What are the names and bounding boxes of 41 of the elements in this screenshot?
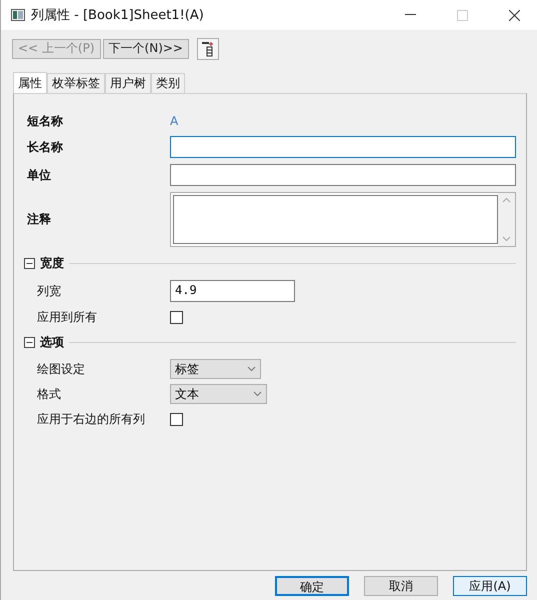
field-label: 单位 xyxy=(27,166,52,184)
chevron-down-icon xyxy=(253,391,262,397)
scroll-up-icon xyxy=(502,197,511,203)
option-label: 应用到所有 xyxy=(36,308,98,326)
app-icon xyxy=(11,9,25,21)
field-label: 短名称 xyxy=(27,112,64,130)
tab[interactable]: 类别 xyxy=(151,73,185,93)
tab[interactable]: 用户树 xyxy=(105,73,151,93)
next-button[interactable]: 下一个(N)>> xyxy=(102,38,189,58)
section-title: 选项 xyxy=(40,334,64,351)
ruler-icon xyxy=(200,40,215,56)
chevron-down-icon xyxy=(247,366,256,372)
text-field[interactable] xyxy=(170,164,516,186)
section-title: 宽度 xyxy=(40,255,64,272)
apply-button[interactable]: 应用(A) xyxy=(453,576,527,596)
dropdown[interactable]: 文本 xyxy=(170,384,267,404)
column-width-tool-button[interactable] xyxy=(196,38,219,60)
maximize-icon xyxy=(456,10,468,20)
field-label: 注释 xyxy=(27,211,52,228)
cancel-button[interactable]: 取消 xyxy=(364,576,438,596)
collapse-icon[interactable] xyxy=(24,258,35,269)
ok-button[interactable]: 确定 xyxy=(275,576,349,596)
close-icon xyxy=(508,10,520,20)
short-name-value: A xyxy=(170,114,180,128)
text-field[interactable] xyxy=(170,136,516,158)
tab[interactable]: 属性 xyxy=(13,72,47,94)
scroll-down-icon xyxy=(502,236,511,242)
minimize-icon xyxy=(404,14,416,16)
option-label: 应用于右边的所有列 xyxy=(36,410,146,428)
window-title: 列属性 - [Book1]Sheet1!(A) xyxy=(31,7,205,24)
comment-field[interactable] xyxy=(170,192,516,247)
width-field[interactable]: 4.9 xyxy=(170,280,295,302)
checkbox[interactable] xyxy=(170,310,183,324)
option-label: 格式 xyxy=(36,386,62,402)
option-label: 绘图设定 xyxy=(36,360,86,378)
tab[interactable]: 枚举标签 xyxy=(47,73,105,93)
field-label: 长名称 xyxy=(27,138,64,156)
dropdown[interactable]: 标签 xyxy=(170,359,261,379)
checkbox[interactable] xyxy=(170,412,183,426)
collapse-icon[interactable] xyxy=(24,337,35,348)
option-label: 列宽 xyxy=(36,282,62,300)
